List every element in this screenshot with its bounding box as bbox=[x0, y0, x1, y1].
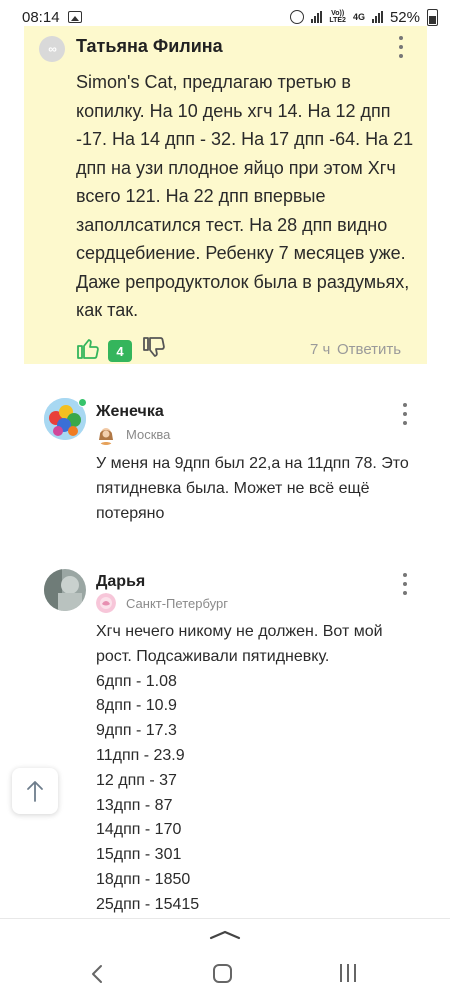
comment-text-line: Хгч нечего никому не должен. Вот мой bbox=[96, 623, 383, 640]
avatar[interactable] bbox=[44, 569, 86, 611]
comment-item: Дарья Санкт-Петербург Хгч нечего никому … bbox=[0, 565, 450, 915]
infinity-icon: ∞ bbox=[48, 42, 57, 56]
photo-avatar-image bbox=[44, 569, 86, 611]
scroll-to-top-button[interactable] bbox=[12, 768, 58, 814]
comment-text-line: 9дпп - 17.3 bbox=[96, 722, 177, 740]
comment-text-line: 13дпп - 87 bbox=[96, 796, 173, 814]
comment-author[interactable]: Женечка bbox=[96, 403, 164, 421]
comment-text-line: 25дпп - 15415 bbox=[96, 895, 200, 913]
comment-text-line: 15дпп - 301 bbox=[96, 846, 182, 864]
battery-percent: 52% bbox=[389, 8, 420, 26]
comment-actions: 4 7 ч Ответить bbox=[76, 332, 406, 364]
volte-icon: Vo)) LTE2 bbox=[329, 10, 346, 24]
like-count-badge: 4 bbox=[108, 340, 132, 362]
gallery-notification-icon bbox=[67, 11, 82, 23]
avatar[interactable]: ∞ bbox=[39, 36, 65, 62]
comment-text: Simon's Cat, предлагаю третью в копилку.… bbox=[76, 72, 414, 320]
online-status-indicator bbox=[78, 398, 87, 407]
comment-text-line: 8дпп - 10.9 bbox=[96, 697, 177, 715]
comment-text-line: 12 дпп - 37 bbox=[96, 771, 177, 789]
more-options-icon[interactable] bbox=[402, 573, 408, 595]
signal-2-icon bbox=[371, 11, 383, 23]
comment-city: Москва bbox=[126, 427, 171, 442]
more-options-icon[interactable] bbox=[402, 403, 408, 425]
network-4g-icon: 4G bbox=[352, 11, 365, 22]
chevron-up-icon[interactable] bbox=[208, 929, 242, 941]
comment-author[interactable]: Дарья bbox=[96, 573, 145, 591]
home-icon[interactable] bbox=[213, 964, 232, 983]
comment-text: Хгч нечего никому не должен. Вот мой рос… bbox=[96, 620, 416, 918]
comment-city: Санкт-Петербург bbox=[126, 596, 228, 611]
dislike-icon[interactable] bbox=[142, 336, 166, 360]
battery-icon bbox=[427, 8, 438, 26]
user-badge-icon bbox=[96, 593, 116, 613]
back-icon[interactable] bbox=[90, 964, 104, 984]
system-navigation-bar bbox=[0, 960, 450, 988]
comment-item: Женечка Москва У меня на 9дпп был 22,а н… bbox=[0, 392, 450, 542]
comment-text: У меня на 9дпп был 22,а на 11дпп 78. Это… bbox=[96, 455, 409, 522]
comment-author[interactable]: Татьяна Филина bbox=[76, 36, 223, 57]
signal-icon bbox=[311, 11, 323, 23]
comment-text-line: 11дпп - 23.9 bbox=[96, 746, 185, 764]
recent-apps-icon[interactable] bbox=[340, 964, 356, 982]
comment-text-line: рост. Подсаживали пятидневку. bbox=[96, 647, 330, 665]
status-time: 08:14 bbox=[22, 8, 60, 26]
alarm-icon bbox=[290, 10, 305, 24]
comment-text-line: 14дпп - 170 bbox=[96, 821, 182, 839]
comment-text-line: 6дпп - 1.08 bbox=[96, 672, 177, 690]
user-badge-icon bbox=[99, 428, 113, 445]
highlighted-comment: ∞ Татьяна Филина Simon's Cat, предлагаю … bbox=[24, 26, 427, 364]
more-options-icon[interactable] bbox=[398, 36, 404, 58]
arrow-up-icon bbox=[27, 781, 43, 802]
like-icon[interactable] bbox=[76, 336, 100, 360]
comment-text-line: 18дпп - 1850 bbox=[96, 870, 191, 888]
comment-time: 7 ч bbox=[310, 341, 331, 358]
reply-button[interactable]: Ответить bbox=[337, 341, 401, 358]
